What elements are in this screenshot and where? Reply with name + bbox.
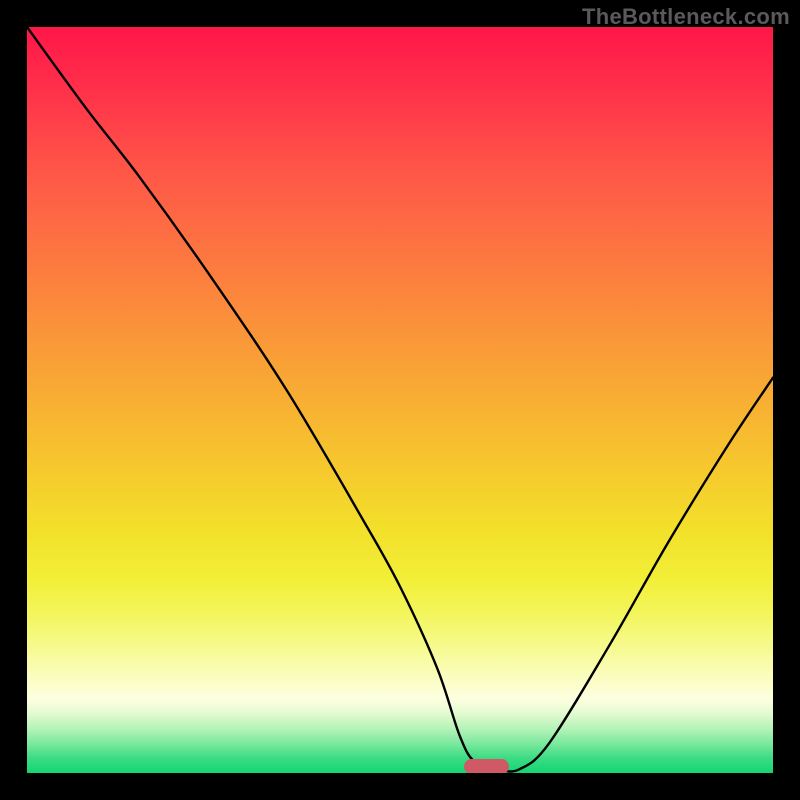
plot-area [27, 27, 773, 773]
chart-container: TheBottleneck.com [0, 0, 800, 800]
bottleneck-curve [27, 27, 773, 773]
optimal-marker [464, 759, 509, 773]
watermark-text: TheBottleneck.com [582, 4, 790, 30]
